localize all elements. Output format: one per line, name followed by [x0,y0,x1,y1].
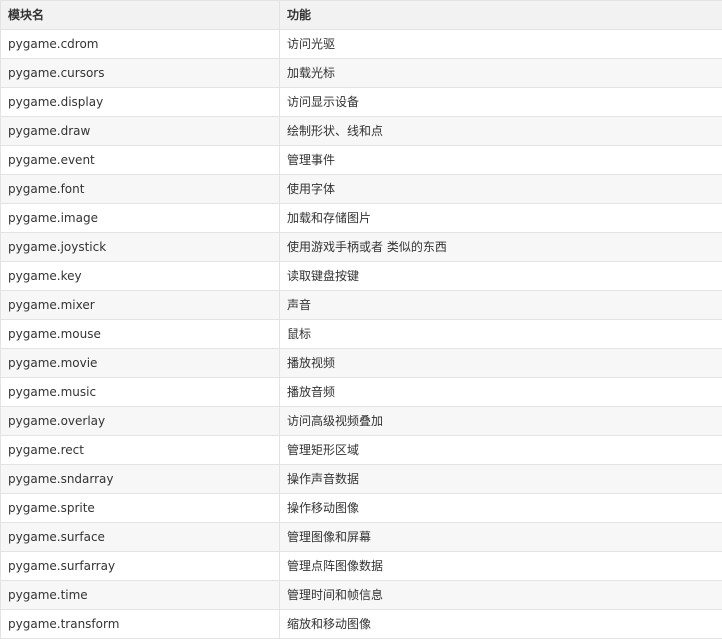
table-row: pygame.key读取键盘按键 [1,262,722,291]
table-row: pygame.font使用字体 [1,175,722,204]
module-function-cell: 声音 [280,291,722,320]
module-function-cell: 播放音频 [280,378,722,407]
table-row: pygame.display访问显示设备 [1,88,722,117]
table-row: pygame.mouse鼠标 [1,320,722,349]
table-row: pygame.mixer声音 [1,291,722,320]
table-row: pygame.surfarray管理点阵图像数据 [1,552,722,581]
column-header-module-name: 模块名 [1,1,280,30]
module-name-cell: pygame.event [1,146,280,175]
table-row: pygame.time管理时间和帧信息 [1,581,722,610]
module-function-cell: 管理事件 [280,146,722,175]
module-name-cell: pygame.mouse [1,320,280,349]
module-function-cell: 管理点阵图像数据 [280,552,722,581]
table-row: pygame.event管理事件 [1,146,722,175]
module-function-cell: 管理矩形区域 [280,436,722,465]
module-name-cell: pygame.joystick [1,233,280,262]
module-name-cell: pygame.music [1,378,280,407]
module-name-cell: pygame.sprite [1,494,280,523]
module-function-cell: 读取键盘按键 [280,262,722,291]
module-function-cell: 播放视频 [280,349,722,378]
module-name-cell: pygame.cdrom [1,30,280,59]
module-function-cell: 操作声音数据 [280,465,722,494]
module-name-cell: pygame.movie [1,349,280,378]
module-function-cell: 鼠标 [280,320,722,349]
module-name-cell: pygame.rect [1,436,280,465]
table-body: pygame.cdrom访问光驱pygame.cursors加载光标pygame… [1,30,722,639]
module-function-cell: 加载光标 [280,59,722,88]
module-function-cell: 管理图像和屏幕 [280,523,722,552]
table-row: pygame.movie播放视频 [1,349,722,378]
table-row: pygame.joystick使用游戏手柄或者 类似的东西 [1,233,722,262]
table-row: pygame.sndarray操作声音数据 [1,465,722,494]
module-name-cell: pygame.draw [1,117,280,146]
module-function-cell: 绘制形状、线和点 [280,117,722,146]
module-name-cell: pygame.font [1,175,280,204]
module-table: 模块名 功能 pygame.cdrom访问光驱pygame.cursors加载光… [0,0,722,639]
module-name-cell: pygame.display [1,88,280,117]
table-row: pygame.music播放音频 [1,378,722,407]
module-function-cell: 访问显示设备 [280,88,722,117]
table-row: pygame.cdrom访问光驱 [1,30,722,59]
table-row: pygame.rect管理矩形区域 [1,436,722,465]
table-row: pygame.draw绘制形状、线和点 [1,117,722,146]
module-name-cell: pygame.overlay [1,407,280,436]
module-name-cell: pygame.surface [1,523,280,552]
module-name-cell: pygame.key [1,262,280,291]
module-name-cell: pygame.image [1,204,280,233]
module-name-cell: pygame.surfarray [1,552,280,581]
module-function-cell: 管理时间和帧信息 [280,581,722,610]
column-header-function: 功能 [280,1,722,30]
table-row: pygame.image加载和存储图片 [1,204,722,233]
table-row: pygame.cursors加载光标 [1,59,722,88]
table-row: pygame.sprite操作移动图像 [1,494,722,523]
module-function-cell: 访问高级视频叠加 [280,407,722,436]
module-function-cell: 使用游戏手柄或者 类似的东西 [280,233,722,262]
module-function-cell: 使用字体 [280,175,722,204]
table-row: pygame.transform缩放和移动图像 [1,610,722,639]
module-name-cell: pygame.mixer [1,291,280,320]
module-function-cell: 访问光驱 [280,30,722,59]
module-function-cell: 缩放和移动图像 [280,610,722,639]
module-name-cell: pygame.transform [1,610,280,639]
module-function-cell: 加载和存储图片 [280,204,722,233]
table-row: pygame.surface管理图像和屏幕 [1,523,722,552]
table-header-row: 模块名 功能 [1,1,722,30]
module-function-cell: 操作移动图像 [280,494,722,523]
table-row: pygame.overlay访问高级视频叠加 [1,407,722,436]
module-name-cell: pygame.cursors [1,59,280,88]
module-name-cell: pygame.time [1,581,280,610]
module-name-cell: pygame.sndarray [1,465,280,494]
